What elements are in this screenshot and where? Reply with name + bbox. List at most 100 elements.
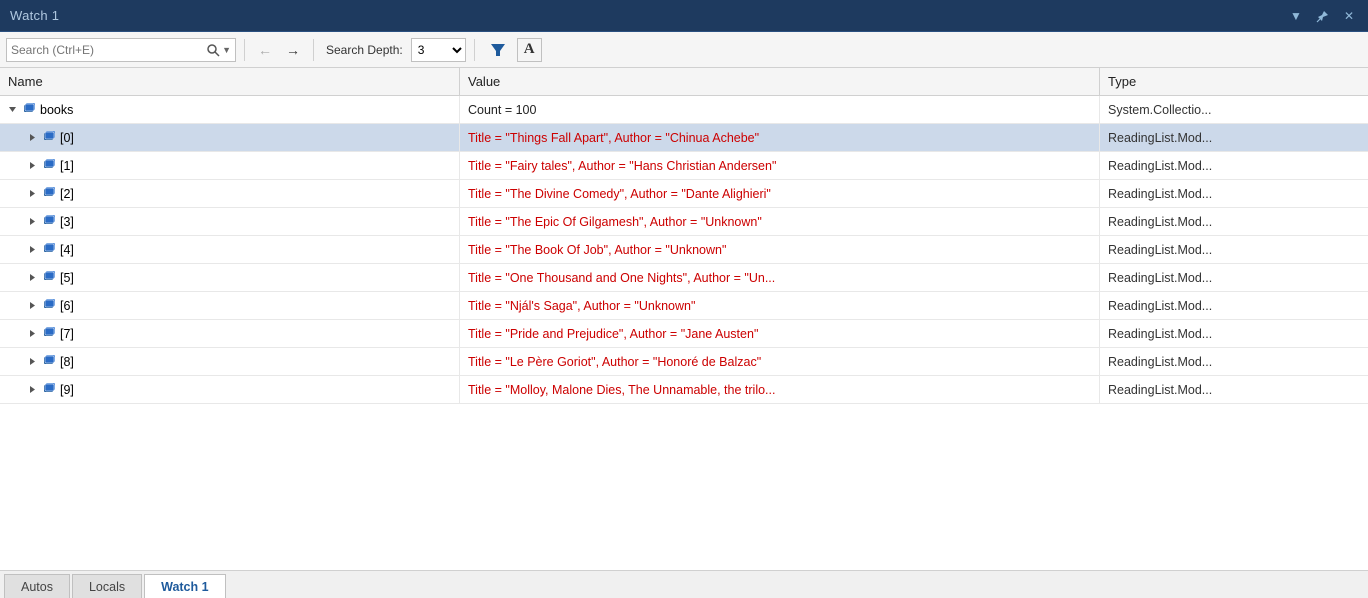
type-cell: ReadingList.Mod... (1100, 180, 1368, 207)
search-icon-btn[interactable]: ▼ (206, 43, 231, 57)
cube-icon (42, 241, 56, 258)
value-cell: Title = "Molloy, Malone Dies, The Unnama… (460, 376, 1100, 403)
table-row[interactable]: [3] Title = "The Epic Of Gilgamesh", Auth… (0, 208, 1368, 236)
tab-watch-1[interactable]: Watch 1 (144, 574, 225, 598)
type-cell: ReadingList.Mod... (1100, 236, 1368, 263)
value-cell: Title = "One Thousand and One Nights", A… (460, 264, 1100, 291)
table-row[interactable]: [6] Title = "Njál's Saga", Author = "Unkn… (0, 292, 1368, 320)
name-cell: [2] (0, 180, 460, 207)
type-cell: System.Collectio... (1100, 96, 1368, 123)
nav-back-button[interactable]: ← (253, 40, 277, 60)
nav-back-icon: ← (258, 42, 272, 58)
font-button[interactable]: A (517, 38, 542, 62)
expand-button[interactable] (26, 244, 38, 256)
toolbar: ▼ ← → Search Depth: 1 2 3 4 5 A (0, 32, 1368, 68)
expand-button[interactable] (26, 328, 38, 340)
table-container: Name Value Type books Count = 100System.C… (0, 68, 1368, 570)
collapse-button[interactable] (6, 104, 18, 116)
cube-icon (42, 353, 56, 370)
expand-button[interactable] (26, 300, 38, 312)
col-header-name: Name (0, 68, 460, 95)
row-name: [9] (60, 383, 74, 397)
expand-button[interactable] (26, 160, 38, 172)
title-bar: Watch 1 ▼ ✕ (0, 0, 1368, 32)
value-cell: Title = "The Divine Comedy", Author = "D… (460, 180, 1100, 207)
col-header-type: Type (1100, 68, 1368, 95)
value-cell: Count = 100 (460, 96, 1100, 123)
type-cell: ReadingList.Mod... (1100, 124, 1368, 151)
tab-autos[interactable]: Autos (4, 574, 70, 598)
table-row[interactable]: [1] Title = "Fairy tales", Author = "Hans… (0, 152, 1368, 180)
expand-button[interactable] (26, 216, 38, 228)
filter-button[interactable] (483, 39, 513, 61)
table-row[interactable]: [8] Title = "Le Père Goriot", Author = "H… (0, 348, 1368, 376)
font-icon: A (524, 41, 535, 58)
name-cell: [1] (0, 152, 460, 179)
row-name: [5] (60, 271, 74, 285)
name-cell: [8] (0, 348, 460, 375)
expand-button[interactable] (26, 356, 38, 368)
expand-button[interactable] (26, 384, 38, 396)
expand-button[interactable] (26, 272, 38, 284)
row-name: [6] (60, 299, 74, 313)
type-cell: ReadingList.Mod... (1100, 348, 1368, 375)
search-depth-label: Search Depth: (326, 43, 403, 57)
cube-icon (42, 269, 56, 286)
search-icon (206, 43, 220, 57)
table-header: Name Value Type (0, 68, 1368, 96)
row-name: [1] (60, 159, 74, 173)
type-cell: ReadingList.Mod... (1100, 376, 1368, 403)
table-row[interactable]: [4]Title = "The Book Of Job", Author = "… (0, 236, 1368, 264)
type-cell: ReadingList.Mod... (1100, 292, 1368, 319)
cube-icon (42, 213, 56, 230)
nav-forward-button[interactable]: → (281, 40, 305, 60)
cube-icon (22, 101, 36, 118)
name-cell: [6] (0, 292, 460, 319)
value-cell: Title = "Njál's Saga", Author = "Unknown… (460, 292, 1100, 319)
toolbar-sep-2 (313, 39, 314, 61)
pin-button[interactable] (1312, 7, 1334, 25)
table-row[interactable]: books Count = 100System.Collectio... (0, 96, 1368, 124)
expand-button[interactable] (26, 132, 38, 144)
table-scroll[interactable]: booksCount = 100System.Collectio... [0]T… (0, 96, 1368, 570)
col-header-value: Value (460, 68, 1100, 95)
row-name: [8] (60, 355, 74, 369)
cube-icon (42, 297, 56, 314)
bottom-tabs: AutosLocalsWatch 1 (0, 570, 1368, 598)
table-row[interactable]: [5] Title = "One Thousand and One Nights"… (0, 264, 1368, 292)
search-input[interactable] (11, 43, 206, 57)
type-cell: ReadingList.Mod... (1100, 320, 1368, 347)
type-cell: ReadingList.Mod... (1100, 208, 1368, 235)
name-cell: [0] (0, 124, 460, 151)
nav-forward-icon: → (286, 42, 300, 58)
search-box[interactable]: ▼ (6, 38, 236, 62)
search-depth-select[interactable]: 1 2 3 4 5 (411, 38, 466, 62)
name-cell: [4] (0, 236, 460, 263)
tab-locals[interactable]: Locals (72, 574, 142, 598)
value-cell: Title = "Le Père Goriot", Author = "Hono… (460, 348, 1100, 375)
row-name: books (40, 103, 73, 117)
close-button[interactable]: ✕ (1340, 7, 1358, 25)
row-name: [2] (60, 187, 74, 201)
value-cell: Title = "Pride and Prejudice", Author = … (460, 320, 1100, 347)
table-row[interactable]: [0]Title = "Things Fall Apart", Author =… (0, 124, 1368, 152)
expand-button[interactable] (26, 188, 38, 200)
title-bar-title: Watch 1 (10, 8, 59, 23)
cube-icon (42, 157, 56, 174)
name-cell: books (0, 96, 460, 123)
row-name: [0] (60, 131, 74, 145)
row-name: [3] (60, 215, 74, 229)
pin-icon (1316, 9, 1330, 23)
dropdown-button[interactable]: ▼ (1286, 7, 1306, 25)
value-cell: Title = "Fairy tales", Author = "Hans Ch… (460, 152, 1100, 179)
title-bar-controls: ▼ ✕ (1286, 7, 1358, 25)
table-row[interactable]: [2] Title = "The Divine Comedy", Author =… (0, 180, 1368, 208)
table-row[interactable]: [7]Title = "Pride and Prejudice", Author… (0, 320, 1368, 348)
value-cell: Title = "The Book Of Job", Author = "Unk… (460, 236, 1100, 263)
value-cell: Title = "The Epic Of Gilgamesh", Author … (460, 208, 1100, 235)
toolbar-sep-1 (244, 39, 245, 61)
name-cell: [3] (0, 208, 460, 235)
name-cell: [9] (0, 376, 460, 403)
table-row[interactable]: [9] Title = "Molloy, Malone Dies, The Unn… (0, 376, 1368, 404)
cube-icon (42, 185, 56, 202)
